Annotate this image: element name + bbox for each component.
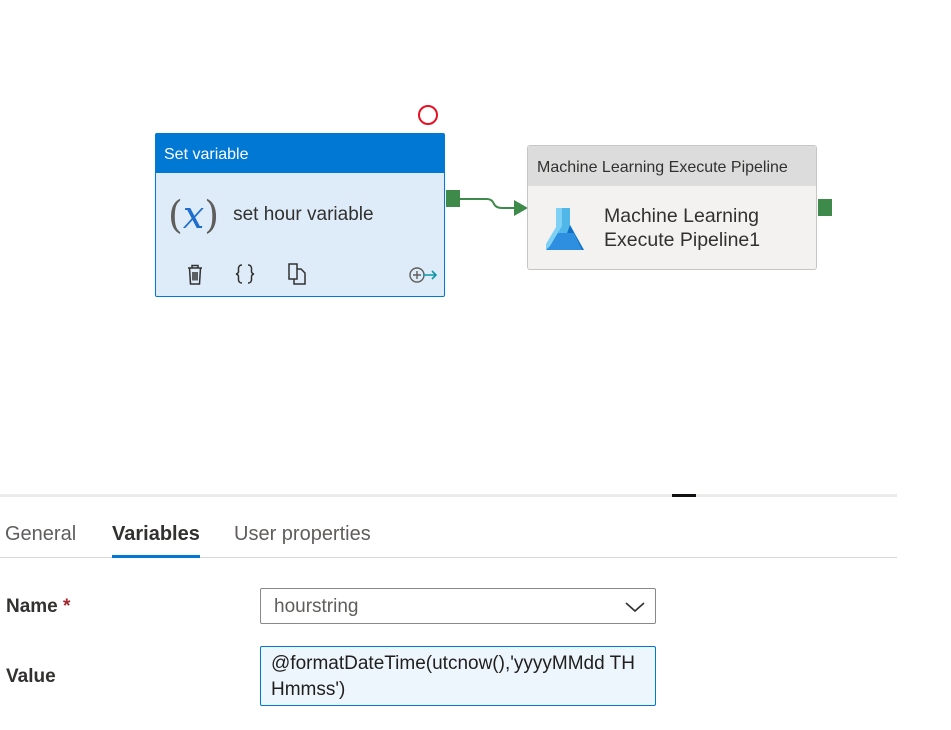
activity-toolbar (182, 261, 438, 287)
error-indicator-icon (418, 105, 438, 125)
value-expression-field[interactable]: @formatDateTime(utcnow(),'yyyyMMdd THHmm… (260, 646, 656, 706)
activity-type-header: Machine Learning Execute Pipeline (528, 146, 816, 186)
set-variable-activity[interactable]: Set variable (x) set hour variable (155, 133, 445, 297)
activity-type-header: Set variable (156, 134, 444, 173)
code-braces-icon[interactable] (232, 261, 258, 287)
name-label: Name * (6, 596, 71, 617)
ml-execute-pipeline-activity[interactable]: Machine Learning Execute Pipeline Machin… (527, 145, 817, 270)
activity-name: Machine Learning Execute Pipeline1 (604, 205, 761, 251)
activity-name: set hour variable (233, 204, 374, 225)
delete-icon[interactable] (182, 261, 208, 287)
properties-tabs: General Variables User properties (0, 513, 897, 558)
variable-name-dropdown[interactable]: hourstring (260, 588, 656, 624)
value-label: Value (6, 666, 56, 687)
copy-icon[interactable] (284, 261, 310, 287)
pipeline-canvas[interactable]: Set variable (x) set hour variable Machi… (0, 0, 951, 494)
variable-name-value: hourstring (274, 596, 359, 617)
output-port[interactable] (818, 199, 832, 216)
variable-icon: (x) (168, 193, 220, 237)
output-port[interactable] (446, 190, 460, 207)
splitter-grip[interactable] (672, 494, 696, 497)
chevron-down-icon (625, 598, 645, 621)
tab-user-properties[interactable]: User properties (234, 513, 371, 557)
azure-ml-icon (544, 206, 588, 255)
tab-general[interactable]: General (5, 513, 76, 557)
required-marker: * (63, 596, 71, 617)
tab-variables[interactable]: Variables (112, 513, 200, 558)
panel-splitter[interactable] (0, 494, 897, 497)
add-output-icon[interactable] (406, 261, 440, 287)
